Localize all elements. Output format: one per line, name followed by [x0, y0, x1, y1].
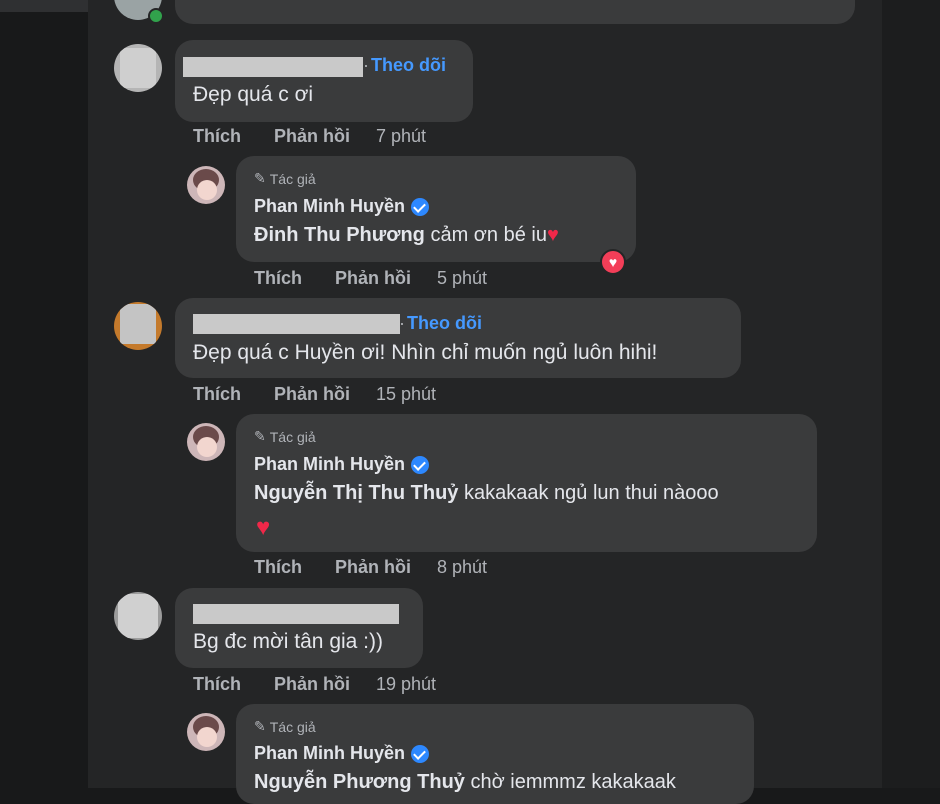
commenter-name-redacted [193, 314, 400, 334]
author-avatar[interactable] [187, 166, 225, 204]
author-avatar[interactable] [187, 713, 225, 751]
author-name[interactable]: Phan Minh Huyền [254, 743, 430, 764]
comment-text: Đẹp quá c Huyền ơi! Nhìn chỉ muốn ngủ lu… [193, 341, 658, 364]
comment-actions: Thích Phản hồi 15 phút [193, 384, 436, 405]
author-name[interactable]: Phan Minh Huyền [254, 454, 430, 475]
author-tag: ✎ Tác giả [254, 170, 316, 187]
like-button[interactable]: Thích [193, 126, 241, 147]
commenter-name-redacted [193, 604, 399, 624]
reply-text: Đinh Thu Phương cảm ơn bé iu♥ [254, 224, 559, 246]
previous-comment-bubble [175, 0, 855, 24]
reply-button[interactable]: Phản hồi [335, 268, 411, 289]
reply-button[interactable]: Phản hồi [335, 557, 411, 578]
comment-bubble [175, 588, 423, 668]
verified-badge-icon [411, 197, 430, 216]
mention-link[interactable]: Nguyễn Phương Thuỷ [254, 771, 465, 793]
verified-badge-icon [411, 455, 430, 474]
reply-text: Nguyễn Phương Thuỷ chờ iemmmz kakakaak [254, 771, 676, 793]
commenter-avatar[interactable] [114, 302, 162, 350]
commenter-avatar[interactable] [114, 44, 162, 92]
heart-emoji-icon: ♥ [546, 224, 559, 246]
comment-text: Bg đc mời tân gia :)) [193, 630, 384, 653]
author-tag: ✎ Tác giả [254, 428, 316, 445]
reply-actions: Thích Phản hồi 8 phút [254, 557, 487, 578]
reply-button[interactable]: Phản hồi [274, 674, 350, 695]
comment-text: Đẹp quá c ơi [193, 83, 314, 106]
reply-button[interactable]: Phản hồi [274, 384, 350, 405]
like-button[interactable]: Thích [254, 557, 302, 578]
like-button[interactable]: Thích [254, 268, 302, 289]
pencil-icon: ✎ [254, 428, 266, 444]
like-button[interactable]: Thích [193, 384, 241, 405]
right-strip [882, 0, 940, 788]
reply-actions: Thích Phản hồi 5 phút [254, 268, 487, 289]
like-button[interactable]: Thích [193, 674, 241, 695]
comment-time[interactable]: 7 phút [376, 126, 426, 147]
follow-button[interactable]: · Theo dõi [399, 313, 482, 334]
author-tag: ✎ Tác giả [254, 718, 316, 735]
mention-link[interactable]: Đinh Thu Phương [254, 224, 425, 246]
comment-actions: Thích Phản hồi 19 phút [193, 674, 436, 695]
author-name[interactable]: Phan Minh Huyền [254, 196, 430, 217]
comment-time[interactable]: 19 phút [376, 674, 436, 695]
comment-bubble [175, 40, 473, 122]
follow-button[interactable]: · Theo dõi [363, 55, 446, 76]
comment-actions: Thích Phản hồi 7 phút [193, 126, 426, 147]
commenter-name-redacted [183, 57, 363, 77]
heart-reaction-icon[interactable]: ♥ [600, 249, 626, 275]
comment-time[interactable]: 15 phút [376, 384, 436, 405]
verified-badge-icon [411, 744, 430, 763]
heart-emoji-icon: ♥ [256, 514, 271, 541]
reply-time[interactable]: 8 phút [437, 557, 487, 578]
reply-text: Nguyễn Thị Thu Thuỷ kakakaak ngủ lun thu… [254, 482, 719, 504]
author-avatar[interactable] [187, 423, 225, 461]
online-indicator [148, 8, 164, 24]
commenter-avatar[interactable] [114, 592, 162, 640]
reply-button[interactable]: Phản hồi [274, 126, 350, 147]
reply-time[interactable]: 5 phút [437, 268, 487, 289]
mention-link[interactable]: Nguyễn Thị Thu Thuỷ [254, 482, 458, 504]
comment-bubble [175, 298, 741, 378]
pencil-icon: ✎ [254, 170, 266, 186]
pencil-icon: ✎ [254, 718, 266, 734]
